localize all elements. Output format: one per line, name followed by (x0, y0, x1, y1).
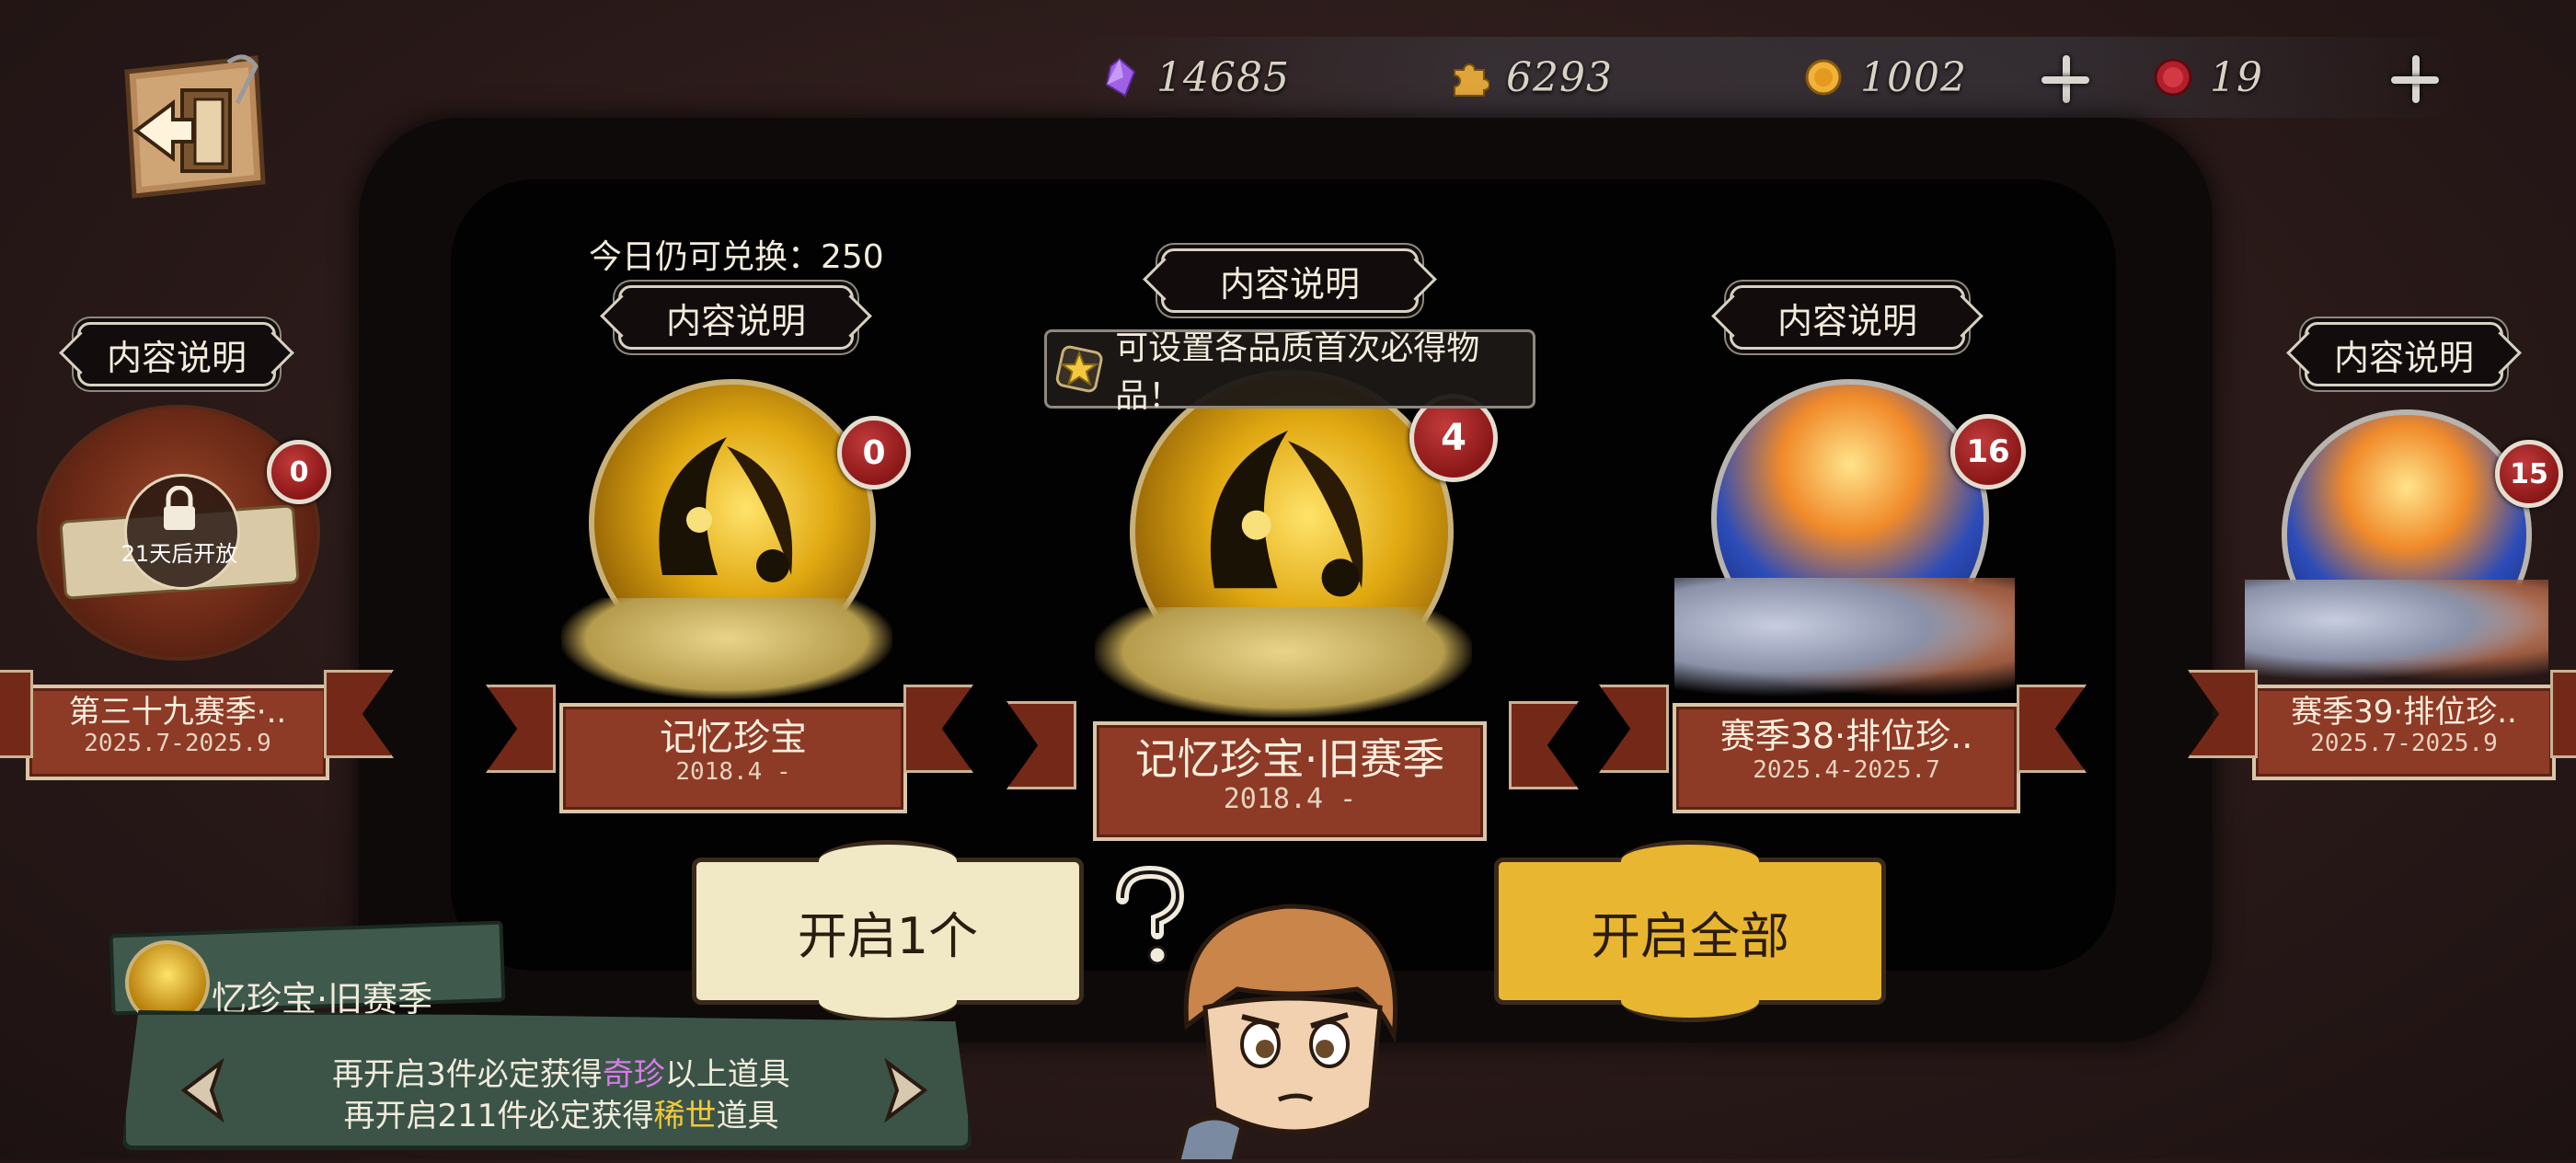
tooltip-text: 可设置各品质首次必得物品！ (1115, 329, 1480, 415)
open-all-button[interactable]: 开启全部 (1494, 840, 1886, 1022)
treasure-title: 赛季38·排位珍.. (1719, 716, 1973, 756)
puzzle-currency: 6293 (1449, 44, 1613, 110)
seal-currency: 19 (2153, 44, 2263, 110)
puzzle-value: 6293 (1506, 53, 1613, 101)
lock-icon (164, 486, 195, 530)
content-info-label: 内容说明 (106, 337, 247, 378)
purple-crystal-icon (1105, 57, 1136, 98)
exit-door-icon (124, 54, 266, 199)
content-info-label: 内容说明 (665, 300, 806, 341)
wing-ornament (1095, 607, 1472, 718)
next-arrow-icon[interactable] (879, 1058, 934, 1123)
count-badge-0: 0 (267, 440, 331, 504)
content-info-label: 内容说明 (1777, 300, 1917, 341)
treasure-date: 2018.4 - (1223, 782, 1357, 815)
add-coin-button[interactable] (2038, 52, 2093, 107)
exit-button[interactable] (118, 53, 270, 201)
ribbon-tail (2550, 670, 2576, 758)
crystal-value: 14685 (1156, 53, 1290, 101)
treasure-ribbon-0[interactable]: 第三十九赛季·.. 2025.7-2025.9 (26, 685, 329, 780)
content-info-button-1[interactable]: 内容说明 (618, 285, 854, 350)
content-info-button-4[interactable]: 内容说明 (2305, 322, 2503, 386)
memory-eye-emblem-icon (659, 437, 793, 582)
treasure-ribbon-3[interactable]: 赛季38·排位珍.. 2025.4-2025.7 (1673, 703, 2020, 813)
content-info-label: 内容说明 (2333, 337, 2474, 378)
count-badge-3: 16 (1950, 414, 2026, 489)
character-portrait (1150, 897, 1426, 1163)
open-all-label: 开启全部 (1591, 906, 1789, 965)
star-icon (1055, 345, 1103, 393)
wing-ornament (561, 598, 892, 699)
content-info-button-2[interactable]: 内容说明 (1161, 248, 1419, 313)
exchange-remaining-label: 今日仍可兑换：250 (589, 238, 884, 276)
pity-line-1: 再开启3件必定获得奇珍以上道具 (332, 1056, 790, 1093)
content-info-button-0[interactable]: 内容说明 (77, 322, 276, 386)
coin-value: 1002 (1860, 53, 1967, 101)
content-info-label: 内容说明 (1219, 263, 1360, 305)
wing-ornament (2245, 580, 2548, 681)
red-seal-icon (2154, 58, 2192, 97)
open-one-button[interactable]: 开启1个 (692, 840, 1084, 1022)
puzzle-piece-icon (1454, 63, 1489, 97)
treasure-date: 2025.7-2025.9 (2310, 730, 2498, 758)
gold-coin-icon (1805, 59, 1842, 96)
treasure-ribbon-4[interactable]: 赛季39·排位珍.. 2025.7-2025.9 (2252, 685, 2556, 780)
first-draw-tooltip: 可设置各品质首次必得物品！ (1044, 329, 1535, 415)
treasure-title: 第三十九赛季·.. (68, 694, 287, 731)
count-badge-4: 15 (2495, 440, 2563, 508)
crystal-currency: 14685 (1099, 44, 1290, 110)
treasure-ribbon-1[interactable]: 记忆珍宝 2018.4 - (559, 703, 907, 813)
count-badge-1: 0 (837, 416, 911, 489)
pity-line-2: 再开启211件必定获得稀世道具 (343, 1098, 779, 1134)
open-one-label: 开启1个 (797, 906, 979, 965)
treasure-date: 2025.4-2025.7 (1753, 755, 1940, 784)
memory-eye-emblem-icon (1210, 430, 1363, 597)
wing-ornament (1674, 578, 2015, 697)
treasure-title: 赛季39·排位珍.. (2291, 694, 2517, 731)
treasure-date: 2025.7-2025.9 (84, 730, 271, 758)
treasure-title: 记忆珍宝·旧赛季 (1134, 734, 1445, 784)
unlock-countdown: 21天后开放 (121, 541, 238, 567)
treasure-ribbon-2[interactable]: 记忆珍宝·旧赛季 2018.4 - (1093, 721, 1487, 841)
treasure-date: 2018.4 - (675, 758, 791, 786)
prev-arrow-icon[interactable] (175, 1058, 230, 1123)
seal-value: 19 (2210, 53, 2263, 101)
treasure-title: 记忆珍宝 (660, 717, 807, 759)
content-info-button-3[interactable]: 内容说明 (1730, 285, 1965, 350)
coin-currency: 1002 (1803, 44, 1967, 110)
add-seal-button[interactable] (2387, 52, 2443, 107)
ribbon-tail (0, 670, 33, 758)
